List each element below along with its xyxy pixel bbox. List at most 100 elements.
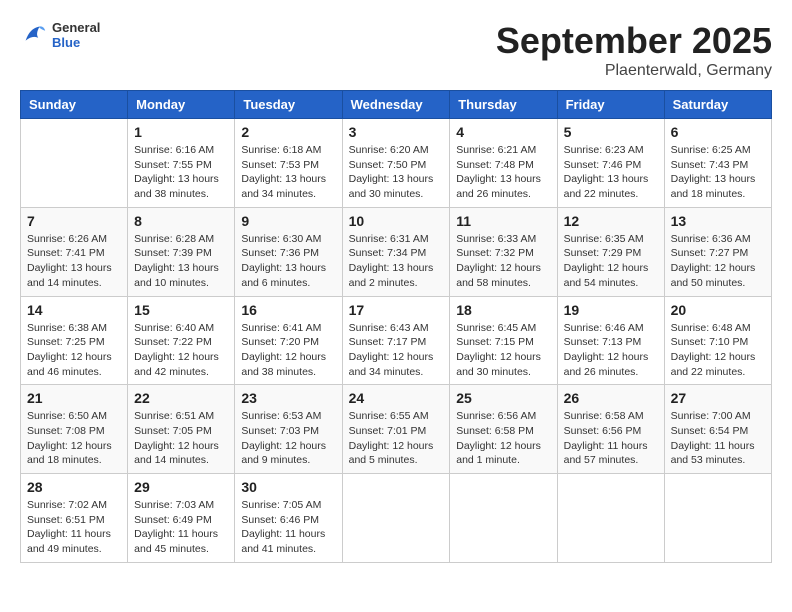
day-number: 28 [27, 479, 121, 495]
logo: General Blue [20, 20, 100, 50]
calendar-cell: 22Sunrise: 6:51 AM Sunset: 7:05 PM Dayli… [128, 385, 235, 474]
day-number: 7 [27, 213, 121, 229]
day-number: 27 [671, 390, 765, 406]
calendar-cell: 1Sunrise: 6:16 AM Sunset: 7:55 PM Daylig… [128, 119, 235, 208]
month-title: September 2025 [496, 20, 772, 62]
day-number: 3 [349, 124, 444, 140]
logo-blue: Blue [52, 35, 100, 50]
day-number: 6 [671, 124, 765, 140]
day-number: 17 [349, 302, 444, 318]
calendar-cell: 13 Sunrise: 6:36 AM Sunset: 7:27 PM Dayli… [664, 207, 771, 296]
day-number: 21 [27, 390, 121, 406]
day-number: 14 [27, 302, 121, 318]
day-number: 26 [564, 390, 658, 406]
calendar-cell: 21 Sunrise: 6:50 AM Sunset: 7:08 PM Dayli… [21, 385, 128, 474]
calendar-cell: 8 Sunrise: 6:28 AM Sunset: 7:39 PM Daylig… [128, 207, 235, 296]
calendar-week-row: 21 Sunrise: 6:50 AM Sunset: 7:08 PM Dayli… [21, 385, 772, 474]
calendar-cell: 27 Sunrise: 7:00 AM Sunset: 6:54 PM Dayli… [664, 385, 771, 474]
weekday-header: Thursday [450, 91, 557, 119]
calendar-week-row: 14 Sunrise: 6:38 AM Sunset: 7:25 PM Dayli… [21, 296, 772, 385]
day-info: Sunrise: 6:58 AM Sunset: 6:56 PM Dayligh… [564, 409, 658, 468]
day-info: Sunrise: 6:35 AM Sunset: 7:29 PM Dayligh… [564, 232, 658, 291]
calendar-cell [342, 474, 450, 563]
weekday-header: Friday [557, 91, 664, 119]
day-number: 15 [134, 302, 228, 318]
day-info: Sunrise: 7:03 AM Sunset: 6:49 PM Dayligh… [134, 498, 228, 557]
day-info: Sunrise: 6:43 AM Sunset: 7:17 PM Dayligh… [349, 321, 444, 380]
calendar-cell: 16 Sunrise: 6:41 AM Sunset: 7:20 PM Dayli… [235, 296, 342, 385]
day-info: Sunrise: 6:48 AM Sunset: 7:10 PM Dayligh… [671, 321, 765, 380]
calendar-cell: 2Sunrise: 6:18 AM Sunset: 7:53 PM Daylig… [235, 119, 342, 208]
day-info: Sunrise: 6:20 AM Sunset: 7:50 PM Dayligh… [349, 143, 444, 202]
day-number: 12 [564, 213, 658, 229]
day-number: 4 [456, 124, 550, 140]
day-number: 16 [241, 302, 335, 318]
day-number: 9 [241, 213, 335, 229]
day-number: 19 [564, 302, 658, 318]
day-info: Sunrise: 6:25 AM Sunset: 7:43 PM Dayligh… [671, 143, 765, 202]
weekday-header: Wednesday [342, 91, 450, 119]
day-info: Sunrise: 6:30 AM Sunset: 7:36 PM Dayligh… [241, 232, 335, 291]
calendar-cell: 19 Sunrise: 6:46 AM Sunset: 7:13 PM Dayli… [557, 296, 664, 385]
day-info: Sunrise: 6:38 AM Sunset: 7:25 PM Dayligh… [27, 321, 121, 380]
day-info: Sunrise: 6:26 AM Sunset: 7:41 PM Dayligh… [27, 232, 121, 291]
calendar-cell: 12 Sunrise: 6:35 AM Sunset: 7:29 PM Dayli… [557, 207, 664, 296]
calendar-week-row: 1Sunrise: 6:16 AM Sunset: 7:55 PM Daylig… [21, 119, 772, 208]
day-info: Sunrise: 6:21 AM Sunset: 7:48 PM Dayligh… [456, 143, 550, 202]
logo-general: General [52, 20, 100, 35]
calendar-cell: 30 Sunrise: 7:05 AM Sunset: 6:46 PM Dayli… [235, 474, 342, 563]
day-info: Sunrise: 6:45 AM Sunset: 7:15 PM Dayligh… [456, 321, 550, 380]
calendar-cell: 5 Sunrise: 6:23 AM Sunset: 7:46 PM Daylig… [557, 119, 664, 208]
calendar-cell: 24 Sunrise: 6:55 AM Sunset: 7:01 PM Dayli… [342, 385, 450, 474]
calendar-cell [664, 474, 771, 563]
calendar-cell: 14 Sunrise: 6:38 AM Sunset: 7:25 PM Dayli… [21, 296, 128, 385]
day-info: Sunrise: 6:50 AM Sunset: 7:08 PM Dayligh… [27, 409, 121, 468]
day-info: Sunrise: 6:41 AM Sunset: 7:20 PM Dayligh… [241, 321, 335, 380]
day-number: 8 [134, 213, 228, 229]
day-info: Sunrise: 6:46 AM Sunset: 7:13 PM Dayligh… [564, 321, 658, 380]
calendar-cell [21, 119, 128, 208]
day-number: 13 [671, 213, 765, 229]
calendar-cell: 17 Sunrise: 6:43 AM Sunset: 7:17 PM Dayli… [342, 296, 450, 385]
day-info: Sunrise: 6:56 AM Sunset: 6:58 PM Dayligh… [456, 409, 550, 468]
day-number: 20 [671, 302, 765, 318]
calendar-cell: 23Sunrise: 6:53 AM Sunset: 7:03 PM Dayli… [235, 385, 342, 474]
day-info: Sunrise: 6:23 AM Sunset: 7:46 PM Dayligh… [564, 143, 658, 202]
day-number: 29 [134, 479, 228, 495]
calendar-cell: 18Sunrise: 6:45 AM Sunset: 7:15 PM Dayli… [450, 296, 557, 385]
page-header: General Blue September 2025 Plaenterwald… [20, 20, 772, 80]
day-number: 10 [349, 213, 444, 229]
day-info: Sunrise: 6:31 AM Sunset: 7:34 PM Dayligh… [349, 232, 444, 291]
weekday-header: Sunday [21, 91, 128, 119]
day-info: Sunrise: 6:36 AM Sunset: 7:27 PM Dayligh… [671, 232, 765, 291]
day-info: Sunrise: 7:00 AM Sunset: 6:54 PM Dayligh… [671, 409, 765, 468]
day-number: 2 [241, 124, 335, 140]
calendar-cell: 26 Sunrise: 6:58 AM Sunset: 6:56 PM Dayli… [557, 385, 664, 474]
weekday-header: Tuesday [235, 91, 342, 119]
title-block: September 2025 Plaenterwald, Germany [496, 20, 772, 80]
day-info: Sunrise: 6:53 AM Sunset: 7:03 PM Dayligh… [241, 409, 335, 468]
weekday-header: Monday [128, 91, 235, 119]
day-number: 11 [456, 213, 550, 229]
day-number: 5 [564, 124, 658, 140]
day-number: 30 [241, 479, 335, 495]
day-info: Sunrise: 7:05 AM Sunset: 6:46 PM Dayligh… [241, 498, 335, 557]
calendar-cell [557, 474, 664, 563]
calendar-cell: 28Sunrise: 7:02 AM Sunset: 6:51 PM Dayli… [21, 474, 128, 563]
calendar-cell: 9 Sunrise: 6:30 AM Sunset: 7:36 PM Daylig… [235, 207, 342, 296]
location-subtitle: Plaenterwald, Germany [496, 62, 772, 80]
day-info: Sunrise: 6:55 AM Sunset: 7:01 PM Dayligh… [349, 409, 444, 468]
calendar-header-row: SundayMondayTuesdayWednesdayThursdayFrid… [21, 91, 772, 119]
calendar-cell: 25Sunrise: 6:56 AM Sunset: 6:58 PM Dayli… [450, 385, 557, 474]
day-number: 24 [349, 390, 444, 406]
calendar-cell: 3 Sunrise: 6:20 AM Sunset: 7:50 PM Daylig… [342, 119, 450, 208]
logo-text: General Blue [52, 20, 100, 50]
calendar-cell: 4 Sunrise: 6:21 AM Sunset: 7:48 PM Daylig… [450, 119, 557, 208]
calendar-cell: 11 Sunrise: 6:33 AM Sunset: 7:32 PM Dayli… [450, 207, 557, 296]
calendar-cell: 29 Sunrise: 7:03 AM Sunset: 6:49 PM Dayli… [128, 474, 235, 563]
day-info: Sunrise: 6:28 AM Sunset: 7:39 PM Dayligh… [134, 232, 228, 291]
day-info: Sunrise: 6:33 AM Sunset: 7:32 PM Dayligh… [456, 232, 550, 291]
calendar-cell [450, 474, 557, 563]
logo-bird-icon [20, 21, 48, 49]
day-number: 22 [134, 390, 228, 406]
